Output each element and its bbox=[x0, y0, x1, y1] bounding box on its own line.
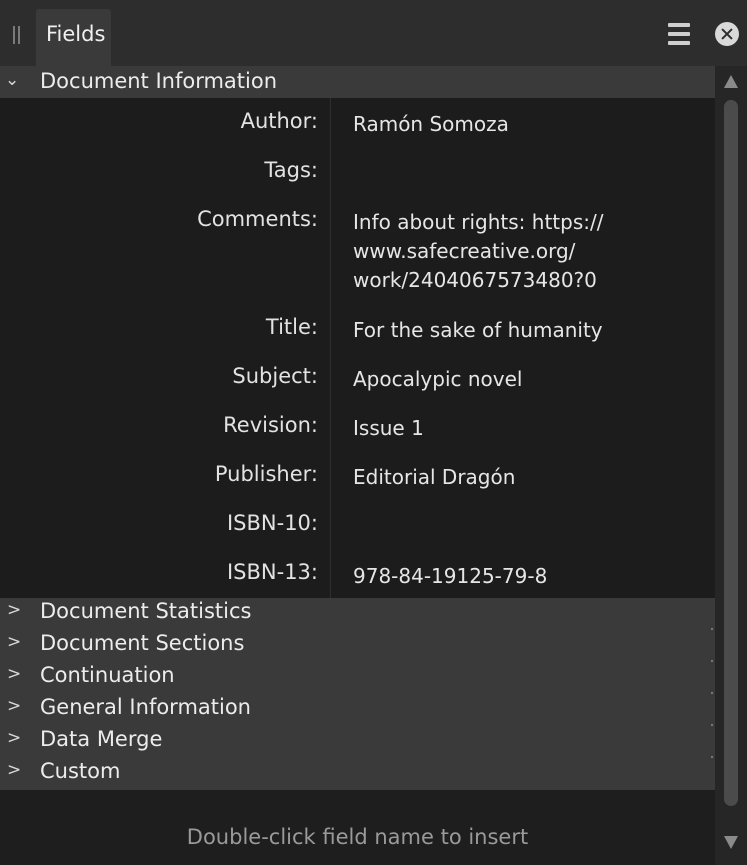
vertical-scrollbar[interactable] bbox=[715, 66, 747, 865]
fields-list: ⌄ Document Information Author: Ramón Som… bbox=[0, 66, 715, 790]
section-label: Document Statistics bbox=[40, 599, 252, 623]
section-label: Custom bbox=[40, 759, 121, 783]
chevron-right-icon: > bbox=[7, 760, 22, 780]
field-comments-value[interactable]: Info about rights: https:// www.safecrea… bbox=[353, 208, 703, 295]
tab-fields-label: Fields bbox=[46, 22, 106, 46]
field-isbn13-name[interactable]: ISBN-13: bbox=[227, 560, 318, 584]
field-title-value[interactable]: For the sake of humanity bbox=[353, 316, 703, 345]
section-document-sections[interactable]: > Document Sections bbox=[0, 630, 715, 662]
field-comments-name[interactable]: Comments: bbox=[197, 207, 318, 231]
field-author-name[interactable]: Author: bbox=[241, 109, 318, 133]
chevron-right-icon: > bbox=[7, 600, 22, 620]
section-data-merge[interactable]: > Data Merge bbox=[0, 726, 715, 758]
section-label: Document Information bbox=[40, 69, 278, 93]
panel-titlebar: Fields bbox=[0, 0, 747, 66]
field-isbn13-value[interactable]: 978-84-19125-79-8 bbox=[353, 562, 703, 591]
scroll-up-arrow-icon[interactable] bbox=[724, 75, 738, 88]
field-subject-value[interactable]: Apocalypic novel bbox=[353, 365, 703, 394]
collapsed-sections: > Document Statistics > Document Section… bbox=[0, 598, 715, 790]
close-icon[interactable] bbox=[715, 22, 739, 46]
chevron-right-icon: > bbox=[7, 696, 22, 716]
section-continuation[interactable]: > Continuation bbox=[0, 662, 715, 694]
tab-fields[interactable]: Fields bbox=[36, 9, 111, 66]
section-custom[interactable]: > Custom bbox=[0, 758, 715, 790]
scroll-thumb[interactable] bbox=[724, 100, 738, 806]
section-document-information[interactable]: ⌄ Document Information bbox=[0, 66, 715, 98]
drag-grip-icon[interactable] bbox=[11, 26, 23, 44]
comments-line: Info about rights: https:// bbox=[353, 210, 604, 234]
scroll-down-arrow-icon[interactable] bbox=[724, 836, 738, 849]
field-publisher-value[interactable]: Editorial Dragón bbox=[353, 463, 703, 492]
chevron-right-icon: > bbox=[7, 664, 22, 684]
field-publisher-name[interactable]: Publisher: bbox=[215, 462, 318, 486]
section-label: Continuation bbox=[40, 663, 175, 687]
comments-line: www.safecreative.org/ bbox=[353, 239, 576, 263]
column-divider bbox=[330, 98, 331, 598]
comments-line: work/2404067573480?0 bbox=[353, 268, 597, 292]
section-label: Data Merge bbox=[40, 727, 163, 751]
chevron-right-icon: > bbox=[7, 728, 22, 748]
field-subject-name[interactable]: Subject: bbox=[232, 364, 318, 388]
field-tags-name[interactable]: Tags: bbox=[264, 158, 318, 182]
section-document-statistics[interactable]: > Document Statistics bbox=[0, 598, 715, 630]
field-isbn10-name[interactable]: ISBN-10: bbox=[227, 511, 318, 535]
chevron-down-icon: ⌄ bbox=[5, 70, 20, 90]
document-information-fields: Author: Ramón Somoza Tags: Comments: Inf… bbox=[0, 98, 715, 598]
panel-footer: Double-click field name to insert bbox=[0, 790, 715, 865]
section-label: General Information bbox=[40, 695, 251, 719]
field-revision-value[interactable]: Issue 1 bbox=[353, 414, 703, 443]
field-author-value[interactable]: Ramón Somoza bbox=[353, 110, 703, 139]
field-revision-name[interactable]: Revision: bbox=[223, 413, 318, 437]
field-title-name[interactable]: Title: bbox=[266, 315, 318, 339]
section-label: Document Sections bbox=[40, 631, 245, 655]
chevron-right-icon: > bbox=[7, 632, 22, 652]
insert-hint: Double-click field name to insert bbox=[186, 825, 529, 849]
hamburger-menu-icon[interactable] bbox=[668, 22, 690, 46]
section-general-information[interactable]: > General Information bbox=[0, 694, 715, 726]
